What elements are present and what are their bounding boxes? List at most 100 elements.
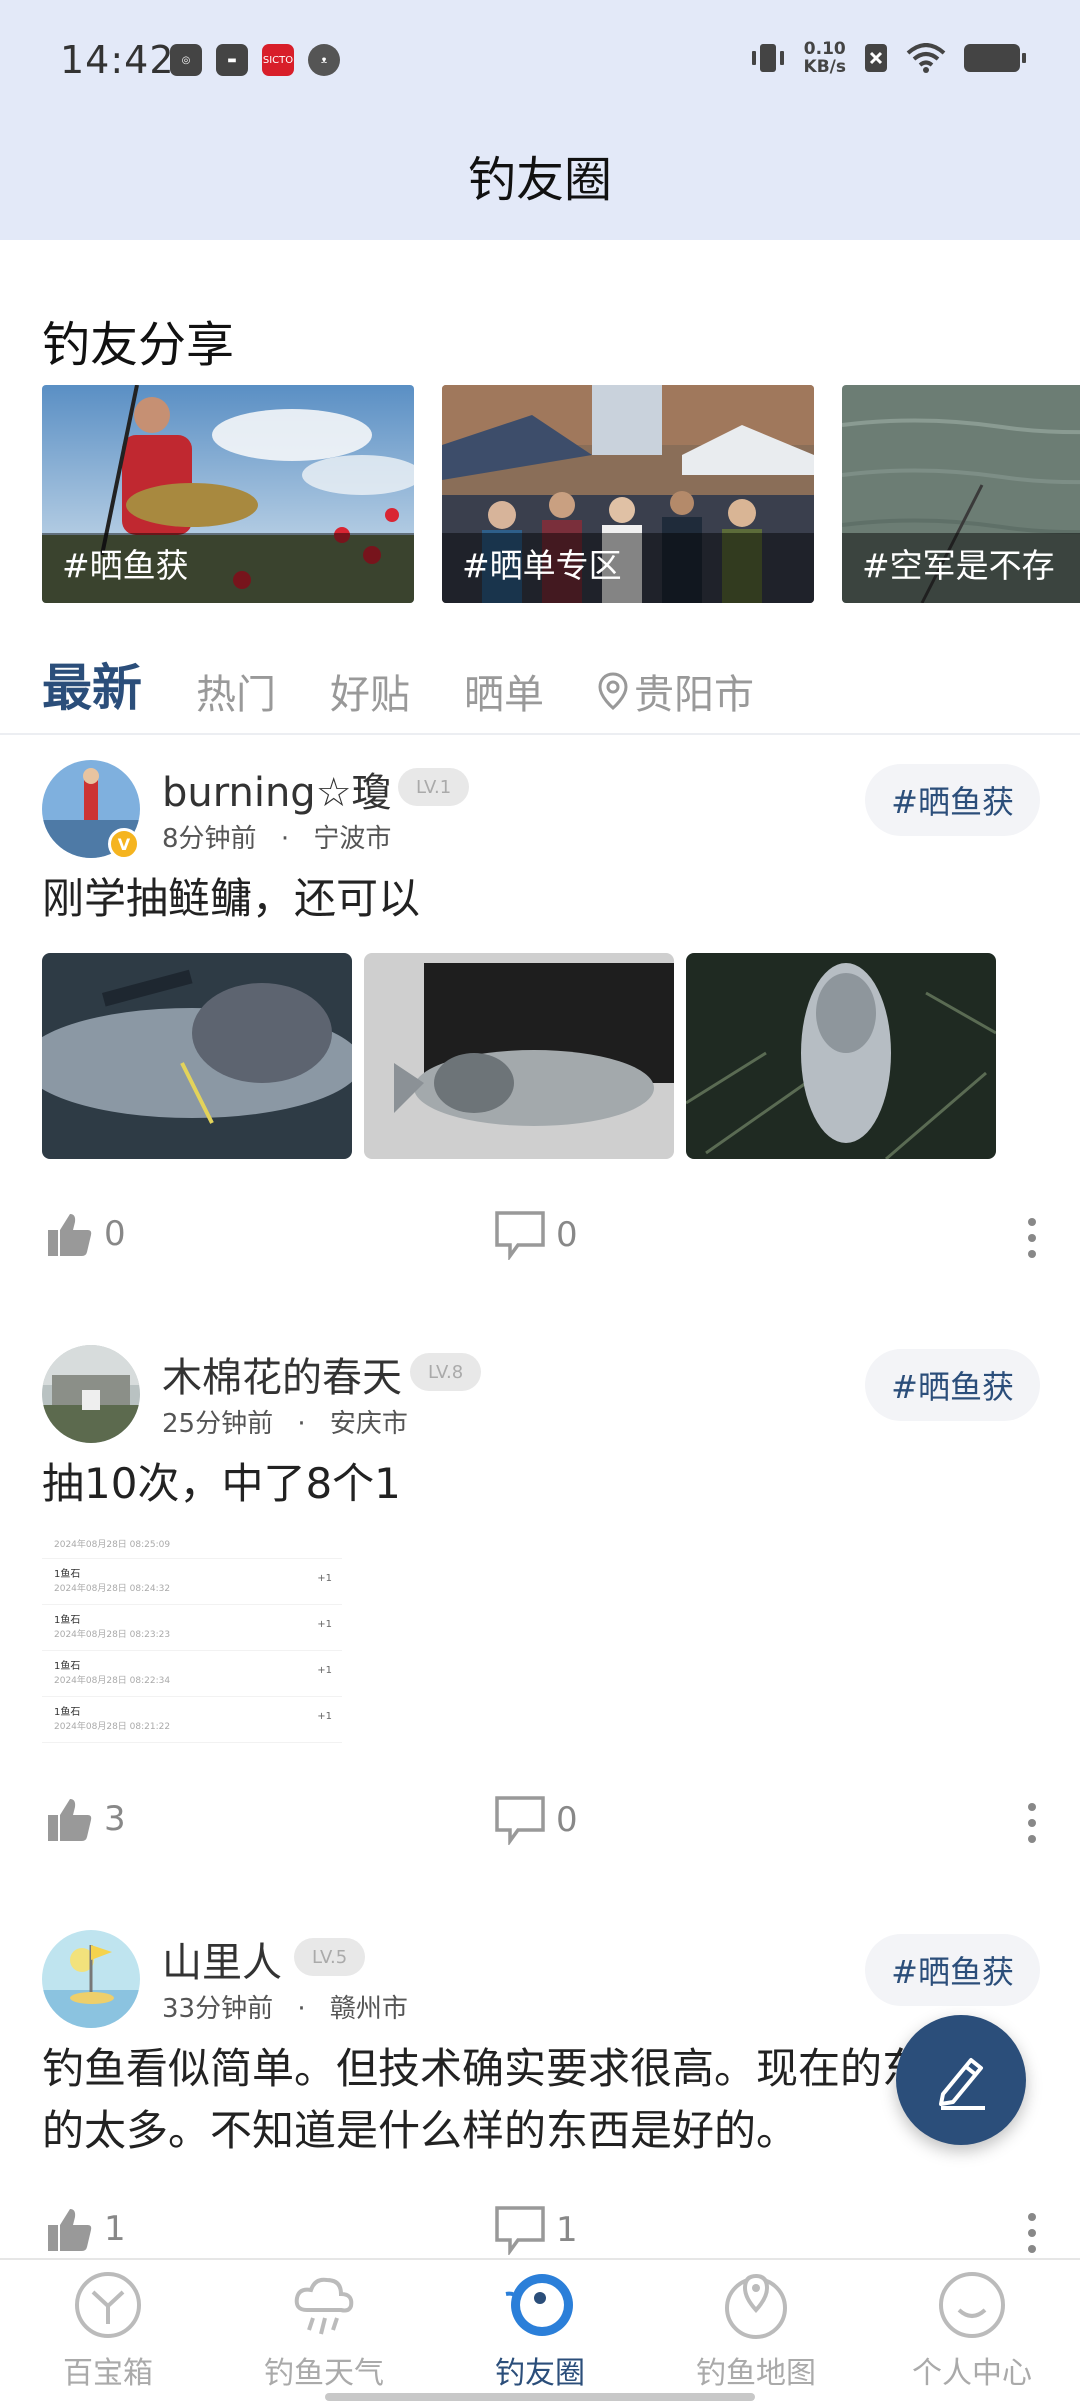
- map-pin-icon: [725, 2273, 787, 2339]
- level-badge: LV.8: [410, 1353, 482, 1391]
- topic-tag[interactable]: #晒鱼获: [865, 1934, 1040, 2006]
- like-count: 0: [104, 1214, 126, 1254]
- thumbs-up-icon: [48, 1799, 92, 1841]
- post-actions: 0 0: [0, 1210, 1080, 1270]
- post-image[interactable]: [686, 953, 996, 1159]
- comment-count: 0: [556, 1800, 578, 1840]
- post-city: 宁波市: [313, 824, 392, 854]
- profile-icon: [939, 2272, 1005, 2338]
- nav-profile[interactable]: 个人中心: [872, 2270, 1072, 2392]
- username[interactable]: 山里人: [162, 1930, 282, 1988]
- network-speed: 0.10 KB/s: [804, 40, 846, 76]
- pencil-icon: [939, 2058, 985, 2110]
- system-status-icons: 0.10 KB/s: [750, 40, 1026, 76]
- home-indicator[interactable]: [325, 2393, 755, 2401]
- comment-button[interactable]: 1: [494, 2205, 578, 2255]
- record-date: 2024年08月28日 08:23:23: [54, 1630, 171, 1640]
- topic-tag[interactable]: #晒鱼获: [865, 764, 1040, 836]
- tab-orders[interactable]: 晒单: [464, 662, 544, 720]
- nav-label: 百宝箱: [63, 2356, 153, 2391]
- thumbs-up-icon: [48, 1214, 92, 1256]
- record-row: 1鱼石 2024年08月28日 08:22:34 +1: [42, 1651, 342, 1697]
- username[interactable]: burning☆瓊: [162, 760, 392, 818]
- verified-badge: V: [108, 828, 140, 860]
- avatar-image: [42, 1345, 140, 1443]
- post-city: 安庆市: [329, 1409, 408, 1439]
- network-speed-value: 0.10: [803, 39, 846, 59]
- more-options-icon[interactable]: [1026, 1218, 1038, 1258]
- meta-separator: ·: [280, 824, 290, 854]
- weather-icon: [294, 2277, 354, 2335]
- status-time: 14:42: [60, 38, 175, 82]
- compose-post-button[interactable]: [896, 2015, 1026, 2145]
- post-image-records[interactable]: 2024年08月28日 08:25:09 1鱼石 2024年08月28日 08:…: [42, 1535, 342, 1745]
- post-image[interactable]: [42, 953, 352, 1159]
- tab-good-posts[interactable]: 好贴: [330, 662, 410, 720]
- page-title: 钓友圈: [467, 152, 612, 208]
- sim-off-icon: [865, 44, 887, 72]
- post-content[interactable]: 刚学抽鲢鳙，还可以: [42, 868, 1042, 930]
- post-actions: 1 1: [0, 2205, 1080, 2265]
- level-badge: LV.1: [398, 768, 470, 806]
- post-meta: 33分钟前 · 赣州市: [162, 1988, 408, 2025]
- status-bar: 14:42 ◎ ▬ SICTO ᴥ 0.10 KB/s: [0, 0, 1080, 130]
- network-speed-unit: KB/s: [803, 57, 846, 77]
- treasure-box-icon: [75, 2272, 141, 2338]
- more-options-icon[interactable]: [1026, 1803, 1038, 1843]
- like-count: 3: [104, 1799, 126, 1839]
- post-image[interactable]: [364, 953, 674, 1159]
- username[interactable]: 木棉花的春天: [162, 1345, 402, 1403]
- notification-icons: ◎ ▬ SICTO ᴥ: [170, 44, 340, 76]
- feed-tabs: 最新 热门 好贴 晒单 贵阳市: [42, 650, 808, 720]
- nav-weather[interactable]: 钓鱼天气: [224, 2270, 424, 2392]
- share-card-carousel[interactable]: #晒鱼获 #晒单专区 #空军是不存: [42, 385, 1080, 603]
- record-title: 1鱼石: [54, 1615, 81, 1626]
- thumbs-up-icon: [48, 2209, 92, 2251]
- record-value: +1: [317, 1711, 332, 1722]
- like-button[interactable]: 1: [46, 2205, 126, 2253]
- record-date: 2024年08月28日 08:25:09: [54, 1540, 171, 1550]
- share-card-fish-catch[interactable]: #晒鱼获: [42, 385, 414, 603]
- more-options-icon[interactable]: [1026, 2213, 1038, 2253]
- comment-button[interactable]: 0: [494, 1210, 578, 1260]
- tab-location[interactable]: 贵阳市: [598, 662, 754, 720]
- nav-fishing-map[interactable]: 钓鱼地图: [656, 2270, 856, 2392]
- share-card-skunked[interactable]: #空军是不存: [842, 385, 1080, 603]
- record-title: 1鱼石: [54, 1661, 81, 1672]
- post-meta: 25分钟前 · 安庆市: [162, 1403, 408, 1440]
- nav-treasure-box[interactable]: 百宝箱: [8, 2270, 208, 2392]
- fish-circle-icon: [505, 2274, 573, 2336]
- post-images: [42, 953, 996, 1159]
- record-value: +1: [317, 1573, 332, 1584]
- post-content[interactable]: 抽10次，中了8个1: [42, 1453, 1042, 1515]
- bag-notification-icon: ▬: [216, 44, 248, 76]
- bottom-navigation: 百宝箱 钓鱼天气 钓友圈 钓鱼地图 个人中心: [0, 2258, 1080, 2408]
- avatar[interactable]: [42, 1930, 140, 2028]
- share-card-label: #空军是不存: [862, 546, 1055, 585]
- like-button[interactable]: 3: [46, 1795, 126, 1843]
- wifi-icon: [906, 43, 946, 73]
- post-time: 25分钟前: [162, 1409, 274, 1439]
- share-card-order-showcase[interactable]: #晒单专区: [442, 385, 814, 603]
- top-header: 14:42 ◎ ▬ SICTO ᴥ 0.10 KB/s 钓友圈: [0, 0, 1080, 240]
- post-content[interactable]: 钓鱼看似简单。但技术确实要求很高。现在的东西吹的太多。不知道是什么样的东西是好的…: [42, 2038, 1042, 2162]
- record-value: +1: [317, 1619, 332, 1630]
- fish-photo: [686, 953, 996, 1159]
- record-date: 2024年08月28日 08:22:34: [54, 1676, 171, 1686]
- post-meta: 8分钟前 · 宁波市: [162, 818, 391, 855]
- post-actions: 3 0: [0, 1795, 1080, 1855]
- tab-hot[interactable]: 热门: [196, 662, 276, 720]
- sicto-app-icon: SICTO: [262, 44, 294, 76]
- record-row: 2024年08月28日 08:25:09: [42, 1535, 342, 1559]
- topic-tag[interactable]: #晒鱼获: [865, 1349, 1040, 1421]
- tab-latest[interactable]: 最新: [42, 648, 142, 720]
- level-badge: LV.5: [294, 1938, 366, 1976]
- record-row: 1鱼石 2024年08月28日 08:24:32 +1: [42, 1559, 342, 1605]
- fish-photo: [364, 953, 674, 1159]
- avatar[interactable]: [42, 1345, 140, 1443]
- comment-button[interactable]: 0: [494, 1795, 578, 1845]
- nav-label: 钓鱼地图: [696, 2356, 816, 2391]
- like-button[interactable]: 0: [46, 1210, 126, 1258]
- nav-anglers-circle[interactable]: 钓友圈: [440, 2270, 640, 2392]
- record-row: 1鱼石 2024年08月28日 08:21:22 +1: [42, 1697, 342, 1743]
